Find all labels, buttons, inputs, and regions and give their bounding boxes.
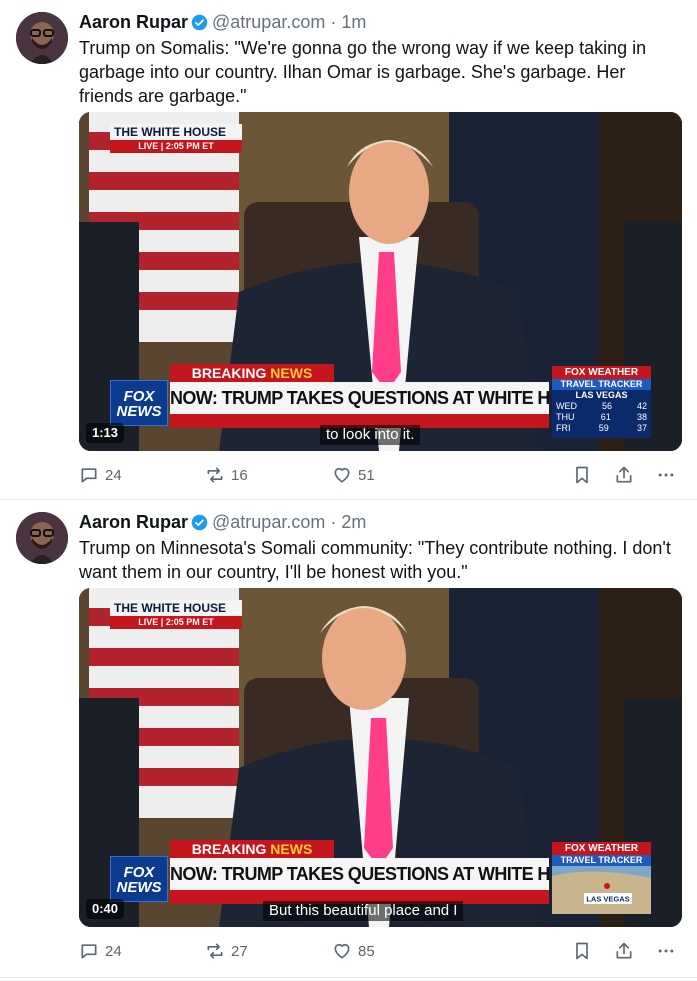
more-options-button[interactable] (656, 938, 676, 964)
weather-title: TRAVEL TRACKER (552, 379, 651, 390)
repost-icon (207, 467, 223, 483)
video-caption: to look into it. (320, 425, 421, 445)
network-tag-title: THE WHITE HOUSE (110, 124, 242, 140)
share-icon (616, 942, 632, 959)
video-caption: But this beautiful place and I (263, 901, 464, 921)
post-timestamp[interactable]: 1m (341, 12, 366, 33)
logo-line-2: NEWS (116, 403, 162, 420)
reply-button[interactable]: 24 (79, 462, 122, 488)
weather-map: LAS VEGAS (552, 866, 651, 914)
weather-high: 61 (600, 412, 611, 422)
post-header: Aaron Rupar @atrupar.com · 2m (79, 510, 366, 534)
weather-box: FOX WEATHER TRAVEL TRACKER LAS VEGAS WED… (552, 366, 651, 438)
news-label: NEWS (270, 841, 313, 857)
repost-button[interactable]: 27 (205, 938, 248, 964)
breaking-news-bar: BREAKING NEWS (170, 364, 334, 382)
like-button[interactable]: 51 (332, 462, 375, 488)
weather-day: FRI (556, 423, 571, 433)
bookmark-icon (576, 466, 588, 484)
weather-day: THU (556, 412, 575, 422)
verified-badge-icon (191, 14, 208, 30)
weather-title: TRAVEL TRACKER (552, 855, 651, 866)
reply-count: 24 (105, 466, 122, 484)
like-count: 51 (358, 466, 375, 484)
weather-box: FOX WEATHER TRAVEL TRACKER LAS VEGAS (552, 842, 651, 914)
chyron-headline: NOW: TRUMP TAKES QUESTIONS AT WHITE HOUS… (170, 382, 549, 414)
video-player[interactable]: THE WHITE HOUSE LIVE | 2:05 PM ET BREAKI… (79, 112, 682, 451)
post-timestamp[interactable]: 2m (341, 512, 366, 533)
post-text: Trump on Minnesota's Somali community: "… (79, 538, 671, 582)
network-tag: THE WHITE HOUSE LIVE | 2:05 PM ET (110, 600, 242, 629)
reply-button[interactable]: 24 (79, 938, 122, 964)
fox-news-logo: FOX NEWS (110, 856, 168, 902)
weather-brand: FOX WEATHER (552, 366, 651, 379)
share-button[interactable] (614, 462, 634, 488)
fox-news-logo: FOX NEWS (110, 380, 168, 426)
breaking-news-bar: BREAKING NEWS (170, 840, 334, 858)
logo-line-2: NEWS (116, 879, 162, 896)
weather-low: 42 (636, 401, 647, 411)
post[interactable]: Aaron Rupar @atrupar.com · 2m Trump on M… (0, 500, 697, 978)
repost-count: 16 (231, 466, 248, 484)
share-button[interactable] (614, 938, 634, 964)
author-handle[interactable]: @atrupar.com (212, 12, 325, 33)
weather-row: WED 56 42 (552, 401, 651, 412)
reply-icon (81, 468, 97, 483)
reply-count: 24 (105, 942, 122, 960)
weather-city: LAS VEGAS (552, 390, 651, 401)
more-icon (658, 949, 674, 953)
post-text: Trump on Somalis: "We're gonna go the wr… (79, 38, 647, 106)
video-player[interactable]: THE WHITE HOUSE LIVE | 2:05 PM ET BREAKI… (79, 588, 682, 927)
repost-count: 27 (231, 942, 248, 960)
more-icon (658, 473, 674, 477)
reply-icon (81, 944, 97, 959)
bookmark-button[interactable] (572, 938, 592, 964)
live-badge: LIVE | 2:05 PM ET (110, 140, 242, 153)
like-icon (334, 467, 350, 483)
weather-row: FRI 59 37 (552, 423, 651, 434)
network-tag-title: THE WHITE HOUSE (110, 600, 242, 616)
more-options-button[interactable] (656, 462, 676, 488)
weather-row: THU 61 38 (552, 412, 651, 423)
news-label: NEWS (270, 365, 313, 381)
bookmark-button[interactable] (572, 462, 592, 488)
post-actions: 24 16 51 (79, 462, 679, 488)
like-button[interactable]: 85 (332, 938, 375, 964)
post-header: Aaron Rupar @atrupar.com · 1m (79, 10, 366, 34)
weather-city-label: LAS VEGAS (575, 390, 628, 400)
breaking-label: BREAKING (191, 841, 267, 857)
bookmark-icon (576, 942, 588, 960)
weather-high: 59 (598, 423, 609, 433)
weather-day: WED (556, 401, 577, 411)
author-handle[interactable]: @atrupar.com (212, 512, 325, 533)
video-timestamp: 0:40 (86, 899, 125, 919)
live-badge: LIVE | 2:05 PM ET (110, 616, 242, 629)
weather-city-label: LAS VEGAS (586, 895, 629, 904)
verified-badge-icon (191, 514, 208, 530)
network-tag: THE WHITE HOUSE LIVE | 2:05 PM ET (110, 124, 242, 153)
weather-high: 56 (601, 401, 612, 411)
post-actions: 24 27 85 (79, 938, 679, 964)
separator-dot: · (330, 11, 337, 32)
chyron-headline: NOW: TRUMP TAKES QUESTIONS AT WHITE HOUS… (170, 858, 549, 890)
video-timestamp: 1:13 (86, 423, 125, 443)
repost-button[interactable]: 16 (205, 462, 248, 488)
like-count: 85 (358, 942, 375, 960)
avatar[interactable] (16, 12, 68, 64)
weather-brand: FOX WEATHER (552, 842, 651, 855)
weather-low: 38 (636, 412, 647, 422)
author-name[interactable]: Aaron Rupar (79, 512, 188, 533)
share-icon (616, 466, 632, 483)
separator-dot: · (330, 511, 337, 532)
weather-low: 37 (636, 423, 647, 433)
like-icon (334, 943, 350, 959)
author-name[interactable]: Aaron Rupar (79, 12, 188, 33)
avatar[interactable] (16, 512, 68, 564)
post[interactable]: Aaron Rupar @atrupar.com · 1m Trump on S… (0, 0, 697, 500)
breaking-label: BREAKING (191, 365, 267, 381)
repost-icon (207, 943, 223, 959)
